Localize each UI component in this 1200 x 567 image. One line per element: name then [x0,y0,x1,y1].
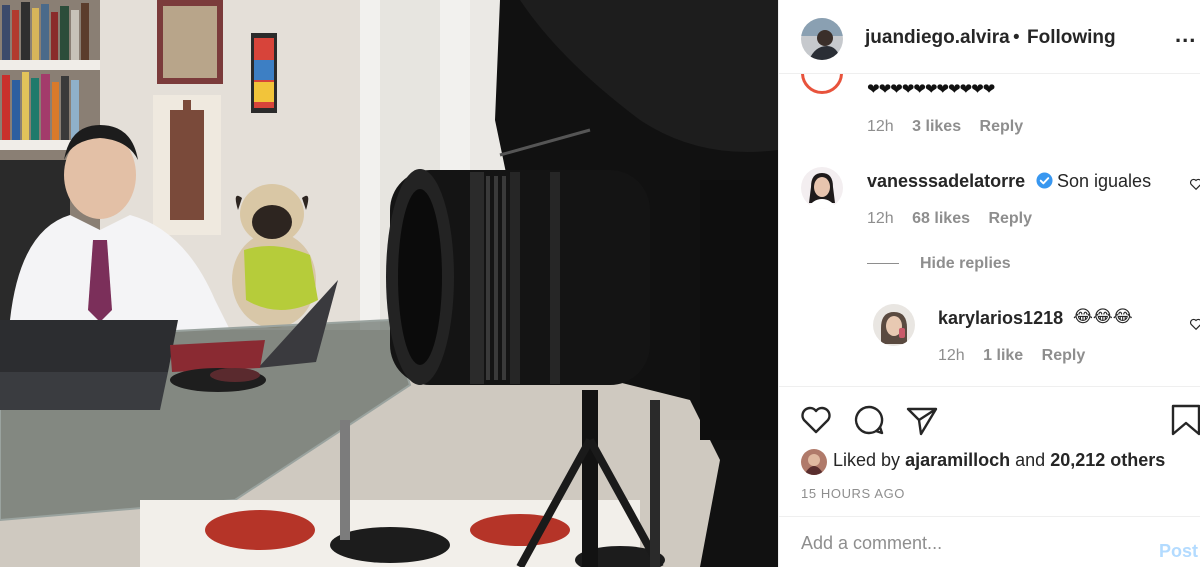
comment-text: ❤❤❤❤❤❤❤❤❤❤❤ [867,81,995,98]
comment-input[interactable] [801,530,1131,556]
share-icon[interactable] [905,403,939,437]
comment-meta: 12h 68 likes Reply [867,210,1032,228]
reply-button[interactable]: Reply [980,118,1024,135]
comment-likes[interactable]: 3 likes [912,118,961,135]
comments-list[interactable]: ❤❤❤❤❤❤❤❤❤❤❤ 12h 3 likes Reply vanesssade… [779,74,1200,386]
comment-username[interactable]: vanesssadelatorre [867,171,1025,192]
post-header: juandiego.alvira • Following ... [779,0,1200,74]
liker-username[interactable]: ajaramilloch [905,450,1010,470]
hide-replies-line [867,263,899,264]
reply-avatar[interactable] [873,304,915,346]
author-avatar[interactable] [801,18,843,60]
reply-time: 12h [938,347,965,364]
following-button[interactable]: Following [1027,27,1116,49]
comment-text: Son iguales [1057,171,1152,191]
likes-others[interactable]: 20,212 others [1050,450,1165,470]
add-comment-bar: Post [779,516,1200,567]
comment-like-heart-icon[interactable] [1189,177,1200,191]
post-photo [0,0,778,567]
reply-text: 😂😂😂 [1073,307,1133,326]
likes-text: Liked by ajaramilloch and 20,212 others [833,450,1165,471]
commenter-avatar[interactable] [801,167,843,209]
reply-button[interactable]: Reply [1042,347,1086,364]
likes-middle: and [1015,450,1046,470]
more-horizontal-icon[interactable]: ... [1175,22,1196,48]
hide-replies-label[interactable]: Hide replies [920,255,1011,273]
commenter-avatar[interactable] [801,74,843,94]
post-sidebar: juandiego.alvira • Following ... ❤❤❤❤❤❤❤… [778,0,1200,567]
heart-icon[interactable] [799,403,833,437]
author-username[interactable]: juandiego.alvira [865,27,1010,49]
comment-icon[interactable] [852,403,886,437]
reply-meta: 12h 1 like Reply [938,347,1085,365]
verified-badge-icon [1036,172,1053,189]
post-actions: Liked by ajaramilloch and 20,212 others … [779,386,1200,516]
reply-username[interactable]: karylarios1218 [938,308,1063,329]
comment-time: 12h [867,118,894,135]
liker-avatar[interactable] [801,449,827,475]
post-button[interactable]: Post [1159,541,1198,562]
reply-likes[interactable]: 1 like [983,347,1023,364]
reply-button[interactable]: Reply [988,210,1032,227]
post-timestamp[interactable]: 15 HOURS AGO [801,486,905,501]
comment-likes[interactable]: 68 likes [912,210,970,227]
bookmark-icon[interactable] [1169,403,1200,437]
comment-meta: 12h 3 likes Reply [867,118,1023,136]
comment-time: 12h [867,210,894,227]
post-photo-illustration [0,0,778,567]
likes-prefix: Liked by [833,450,901,470]
header-separator: • [1013,27,1020,48]
reply-like-heart-icon[interactable] [1189,317,1200,331]
